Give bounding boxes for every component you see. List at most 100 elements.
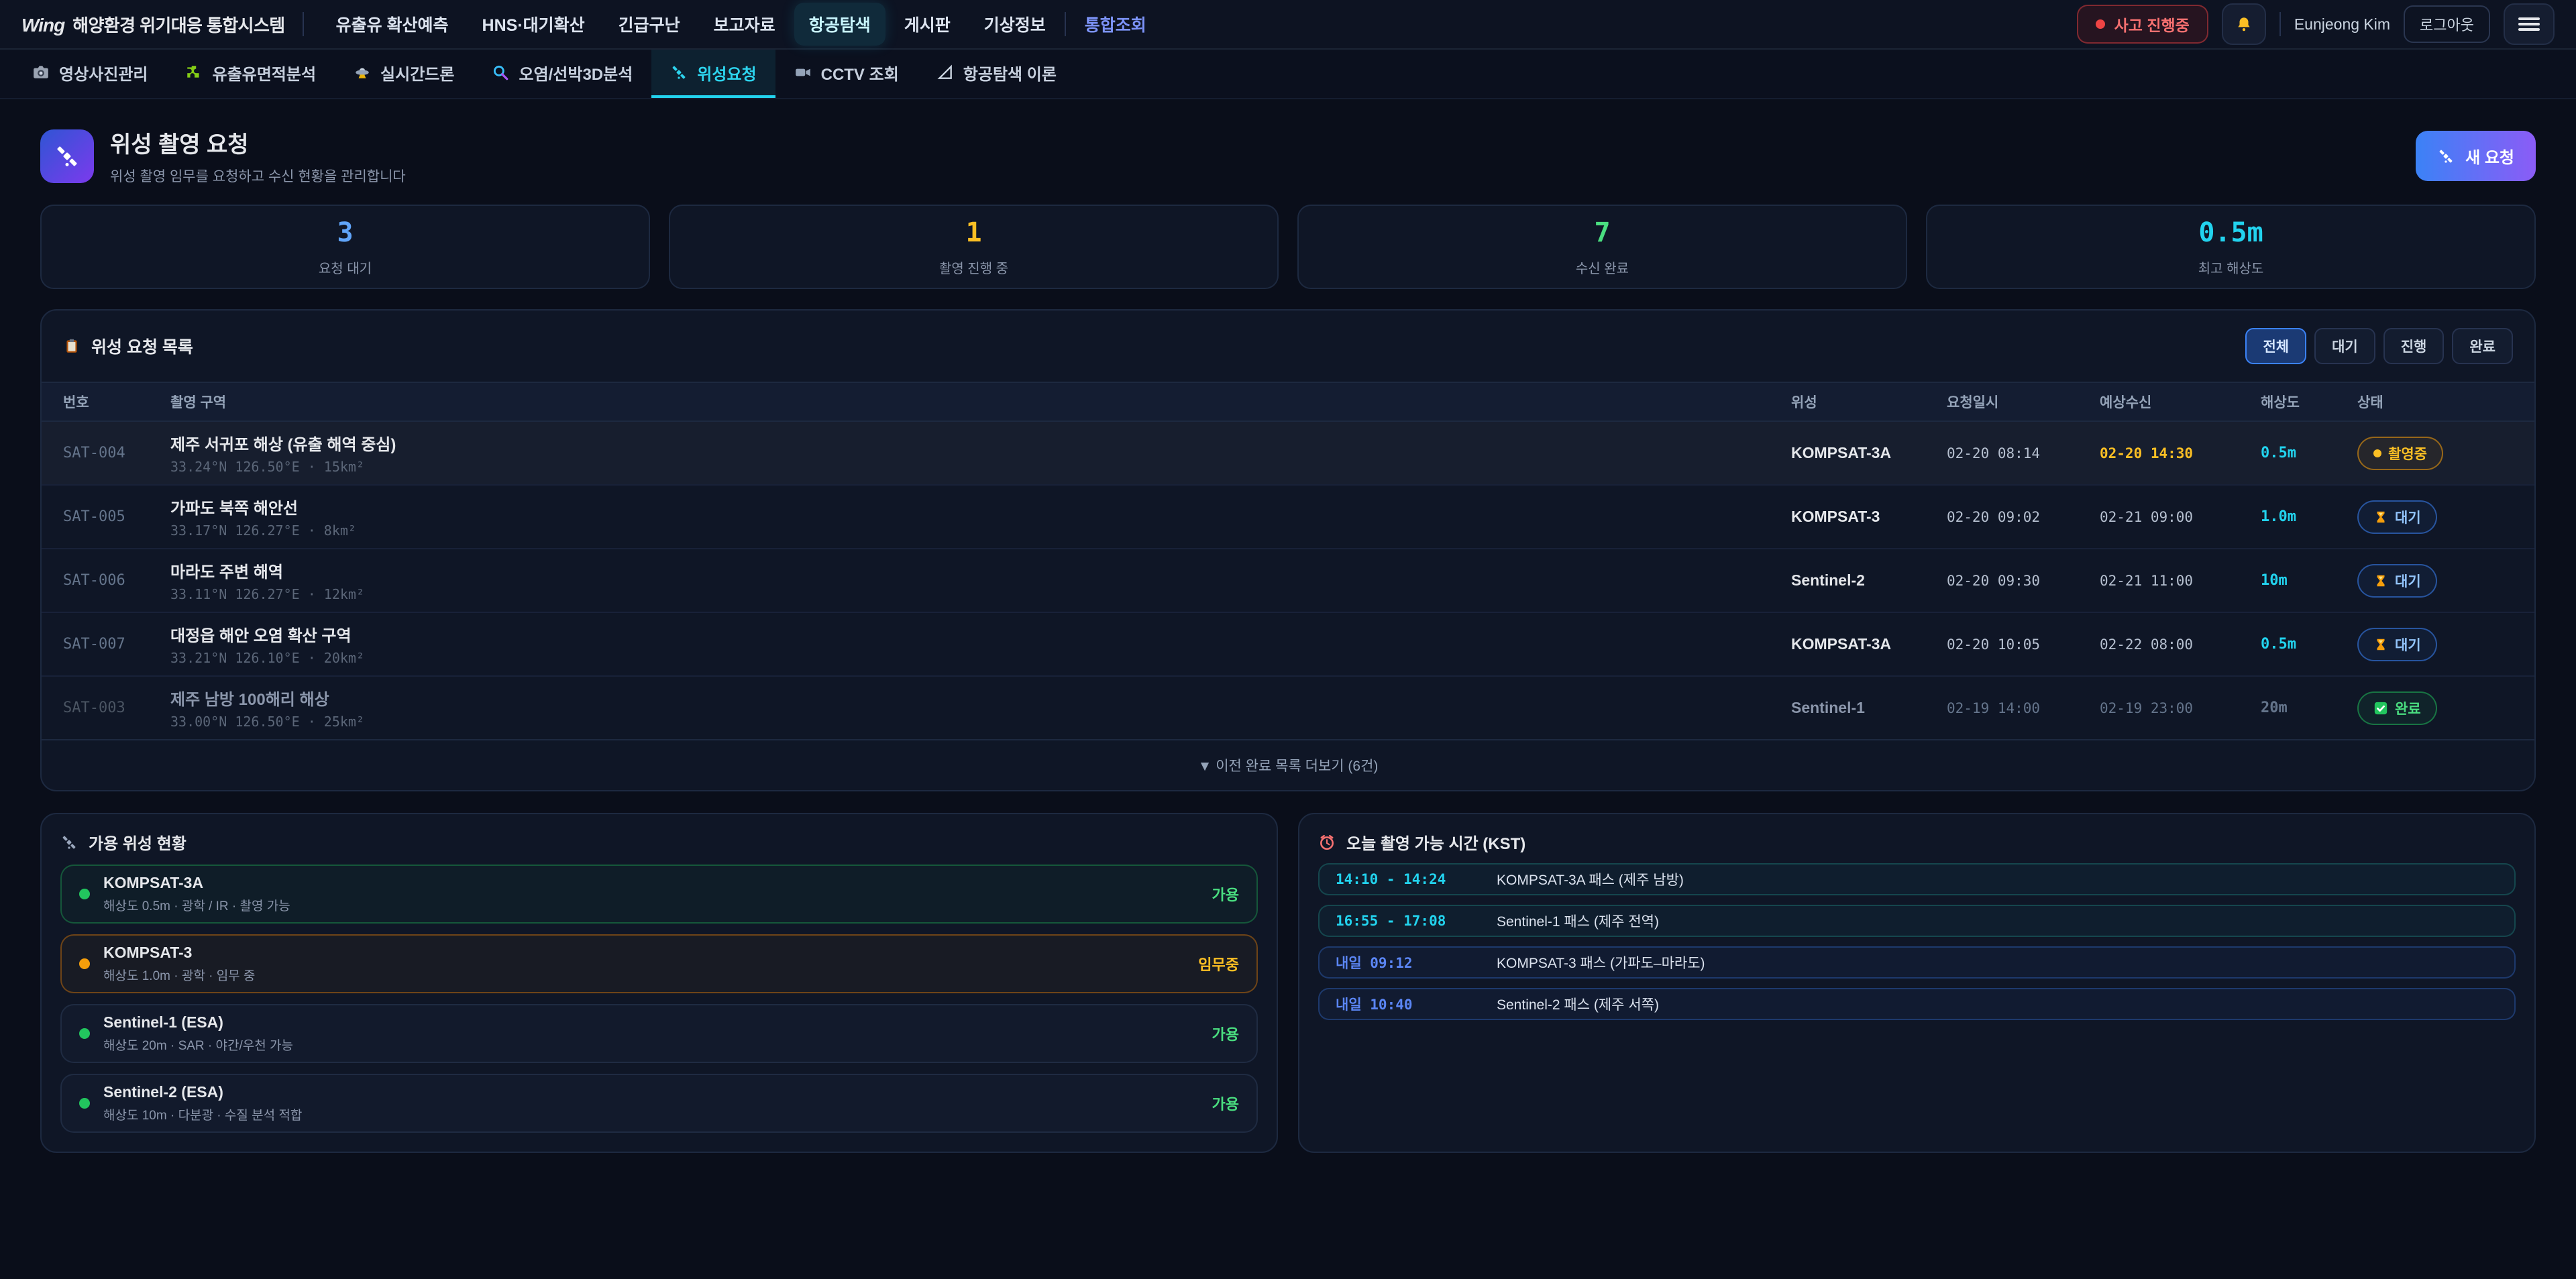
notifications-button[interactable] xyxy=(2222,3,2266,45)
status-filters: 전체 대기 진행 완료 xyxy=(2245,328,2513,364)
logout-button[interactable]: 로그아웃 xyxy=(2404,5,2490,43)
hamburger-menu-button[interactable] xyxy=(2504,3,2555,45)
resolution: 10m xyxy=(2261,572,2347,589)
expected-time: 02-21 09:00 xyxy=(2100,509,2250,525)
expected-time: 02-20 14:30 xyxy=(2100,445,2250,461)
pass-desc: Sentinel-1 패스 (제주 전역) xyxy=(1497,911,1659,931)
pass-time: 내일 09:12 xyxy=(1336,952,1478,972)
stat-card-shooting: 1 촬영 진행 중 xyxy=(669,205,1279,289)
satellite-desc: 해상도 20m · SAR · 야간/우천 가능 xyxy=(103,1036,293,1054)
incident-status-badge: 사고 진행중 xyxy=(2077,5,2208,44)
clipboard-icon xyxy=(63,337,80,355)
request-list-card: 위성 요청 목록 전체 대기 진행 완료 번호 촬영 구역 위성 요청일시 예상… xyxy=(40,309,2536,791)
status-dot-icon xyxy=(79,1028,90,1039)
stat-card-resolution: 0.5m 최고 해상도 xyxy=(1926,205,2536,289)
main-nav: 유출유 확산예측 HNS·대기확산 긴급구난 보고자료 항공탐색 게시판 기상정… xyxy=(321,3,1161,46)
page-satellite-icon-box xyxy=(40,129,94,183)
tab-label: 항공탐색 이론 xyxy=(963,61,1057,85)
status-dot-icon xyxy=(79,1098,90,1109)
status-badge: 대기 xyxy=(2357,500,2437,534)
satellite-name: KOMPSAT-3A xyxy=(103,874,290,892)
request-id: SAT-004 xyxy=(63,445,160,461)
status-label: 대기 xyxy=(2395,571,2421,591)
table-row[interactable]: SAT-003 제주 남방 100해리 해상 33.00°N 126.50°E … xyxy=(42,675,2534,739)
tab-label: 영상사진관리 xyxy=(59,61,148,85)
page-head: 위성 촬영 요청 위성 촬영 임무를 요청하고 수신 현황을 관리합니다 새 요… xyxy=(40,126,2536,186)
requested-time: 02-20 10:05 xyxy=(1947,636,2089,653)
tab-satellite-request[interactable]: 위성요청 xyxy=(651,50,775,98)
stat-value-received: 7 xyxy=(1594,217,1610,248)
tab-cctv[interactable]: CCTV 조회 xyxy=(775,50,918,98)
shooting-dot-icon xyxy=(2373,449,2381,457)
user-name: Eunjeong Kim xyxy=(2294,15,2390,34)
new-request-label: 새 요청 xyxy=(2465,144,2514,168)
available-satellites-panel: 가용 위성 현황 KOMPSAT-3A 해상도 0.5m · 광학 / IR ·… xyxy=(40,813,1278,1153)
col-area: 촬영 구역 xyxy=(170,392,1780,412)
check-icon xyxy=(2373,701,2388,716)
tab-oil-area-analysis[interactable]: 유출유면적분석 xyxy=(166,50,335,98)
status-dot-icon xyxy=(79,958,90,969)
request-list-title: 위성 요청 목록 xyxy=(63,334,193,358)
satellite-card-sentinel2[interactable]: Sentinel-2 (ESA) 해상도 10m · 다분광 · 수질 분석 적… xyxy=(60,1074,1258,1133)
table-row[interactable]: SAT-005 가파도 북쪽 해안선 33.17°N 126.27°E · 8k… xyxy=(42,484,2534,548)
new-request-button[interactable]: 새 요청 xyxy=(2416,131,2536,181)
satellite-card-sentinel1[interactable]: Sentinel-1 (ESA) 해상도 20m · SAR · 야간/우천 가… xyxy=(60,1004,1258,1063)
nav-divider xyxy=(1065,12,1066,36)
nav-item-oil-spread[interactable]: 유출유 확산예측 xyxy=(321,3,464,46)
nav-item-reports[interactable]: 보고자료 xyxy=(699,3,790,46)
header-divider xyxy=(303,12,304,36)
nav-item-board[interactable]: 게시판 xyxy=(890,3,965,46)
status-badge: 대기 xyxy=(2357,628,2437,661)
tab-pollution-3d-analysis[interactable]: 오염/선박3D분석 xyxy=(473,50,651,98)
satellite-name: Sentinel-1 xyxy=(1791,699,1936,717)
table-row[interactable]: SAT-007 대정읍 해안 오염 확산 구역 33.21°N 126.10°E… xyxy=(42,612,2534,675)
satellite-icon xyxy=(54,143,80,170)
table-row[interactable]: SAT-006 마라도 주변 해역 33.11°N 126.27°E · 12k… xyxy=(42,548,2534,612)
available-satellites-title: 가용 위성 현황 xyxy=(60,830,1258,854)
filter-waiting[interactable]: 대기 xyxy=(2314,328,2375,364)
requested-time: 02-20 08:14 xyxy=(1947,445,2089,461)
table-row[interactable]: SAT-004 제주 서귀포 해상 (유출 해역 중심) 33.24°N 126… xyxy=(42,422,2534,484)
pass-window-row[interactable]: 16:55 - 17:08 Sentinel-1 패스 (제주 전역) xyxy=(1318,905,2516,937)
nav-item-integrated-search[interactable]: 통합조회 xyxy=(1070,3,1161,46)
satellite-name: KOMPSAT-3 xyxy=(103,944,255,962)
puzzle-icon xyxy=(185,64,203,81)
col-requested: 요청일시 xyxy=(1947,392,2089,412)
tab-aerial-theory[interactable]: 항공탐색 이론 xyxy=(918,50,1075,98)
satellite-card-kompsat3[interactable]: KOMPSAT-3 해상도 1.0m · 광학 · 임무 중 임무중 xyxy=(60,934,1258,993)
satellite-icon xyxy=(670,64,688,81)
pass-desc: KOMPSAT-3 패스 (가파도–마라도) xyxy=(1497,952,1705,972)
tab-label: CCTV 조회 xyxy=(821,61,899,85)
status-badge: 촬영중 xyxy=(2357,437,2443,470)
pass-window-row[interactable]: 내일 10:40 Sentinel-2 패스 (제주 서쪽) xyxy=(1318,988,2516,1020)
area-coords: 33.17°N 126.27°E · 8km² xyxy=(170,522,1780,539)
filter-progress[interactable]: 진행 xyxy=(2383,328,2445,364)
tab-realtime-drone[interactable]: 실시간드론 xyxy=(335,50,473,98)
app-header: Wing 해양환경 위기대응 통합시스템 유출유 확산예측 HNS·대기확산 긴… xyxy=(0,0,2576,50)
col-satellite: 위성 xyxy=(1791,392,1936,412)
requested-time: 02-20 09:02 xyxy=(1947,509,2089,525)
alert-dot-icon xyxy=(2096,19,2105,29)
header-divider xyxy=(2279,12,2281,36)
nav-item-weather[interactable]: 기상정보 xyxy=(969,3,1061,46)
pass-window-row[interactable]: 14:10 - 14:24 KOMPSAT-3A 패스 (제주 남방) xyxy=(1318,863,2516,895)
filter-done[interactable]: 완료 xyxy=(2452,328,2513,364)
show-more-completed-link[interactable]: ▼ 이전 완료 목록 더보기 (6건) xyxy=(42,739,2534,790)
tab-label: 실시간드론 xyxy=(380,61,454,85)
nav-item-aerial-search[interactable]: 항공탐색 xyxy=(794,3,885,46)
nav-item-rescue[interactable]: 긴급구난 xyxy=(604,3,695,46)
tab-image-management[interactable]: 영상사진관리 xyxy=(13,50,166,98)
nav-item-hns[interactable]: HNS·대기확산 xyxy=(468,3,600,46)
area-name: 제주 서귀포 해상 (유출 해역 중심) xyxy=(170,431,1780,455)
resolution: 1.0m xyxy=(2261,508,2347,525)
satellite-status: 가용 xyxy=(1212,1093,1239,1114)
stat-value-shooting: 1 xyxy=(965,217,981,248)
filter-all[interactable]: 전체 xyxy=(2245,328,2306,364)
pass-window-row[interactable]: 내일 09:12 KOMPSAT-3 패스 (가파도–마라도) xyxy=(1318,946,2516,979)
status-dot-icon xyxy=(79,889,90,899)
status-label: 완료 xyxy=(2395,698,2421,718)
table-header-row: 번호 촬영 구역 위성 요청일시 예상수신 해상도 상태 xyxy=(42,382,2534,422)
satellite-card-kompsat3a[interactable]: KOMPSAT-3A 해상도 0.5m · 광학 / IR · 촬영 가능 가용 xyxy=(60,865,1258,924)
pass-time: 14:10 - 14:24 xyxy=(1336,871,1478,887)
satellite-desc: 해상도 10m · 다분광 · 수질 분석 적합 xyxy=(103,1105,302,1123)
